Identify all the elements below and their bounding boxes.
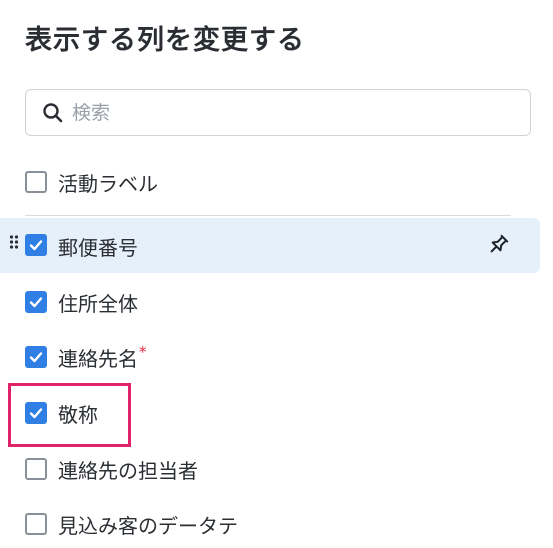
drag-handle-icon[interactable] bbox=[9, 233, 19, 251]
search-input[interactable] bbox=[70, 100, 494, 125]
pin-icon[interactable] bbox=[486, 233, 510, 257]
column-row-lead-data[interactable]: 見込み客のデータテ bbox=[0, 500, 540, 548]
checkmark-icon bbox=[29, 352, 43, 363]
checkbox[interactable] bbox=[25, 513, 47, 535]
column-row-contact-name[interactable]: 連絡先名* bbox=[0, 333, 540, 381]
checkbox[interactable] bbox=[25, 291, 47, 313]
column-row-postal-code[interactable]: 郵便番号 bbox=[0, 218, 540, 273]
checkbox[interactable] bbox=[25, 346, 47, 368]
dialog-title: 表示する列を変更する bbox=[25, 25, 305, 56]
search-icon bbox=[42, 102, 64, 124]
checkbox[interactable] bbox=[25, 458, 47, 480]
column-row-full-address[interactable]: 住所全体 bbox=[0, 278, 540, 326]
column-label-text: 連絡先名 bbox=[58, 347, 138, 371]
required-mark: * bbox=[139, 343, 147, 361]
column-label: 連絡先名* bbox=[58, 343, 147, 372]
column-row-contact-owner[interactable]: 連絡先の担当者 bbox=[0, 445, 540, 493]
column-label: 見込み客のデータテ bbox=[58, 514, 238, 538]
search-field[interactable] bbox=[25, 89, 531, 136]
focus-highlight bbox=[8, 383, 131, 447]
column-label: 活動ラベル bbox=[58, 172, 158, 196]
checkbox[interactable] bbox=[25, 234, 47, 256]
checkmark-icon bbox=[29, 240, 43, 251]
checkbox[interactable] bbox=[25, 171, 47, 193]
checkmark-icon bbox=[29, 297, 43, 308]
divider bbox=[25, 215, 511, 216]
column-label: 郵便番号 bbox=[58, 236, 138, 260]
column-label: 住所全体 bbox=[58, 292, 138, 316]
column-label: 連絡先の担当者 bbox=[58, 459, 198, 483]
column-row-activity-label[interactable]: 活動ラベル bbox=[0, 158, 540, 206]
